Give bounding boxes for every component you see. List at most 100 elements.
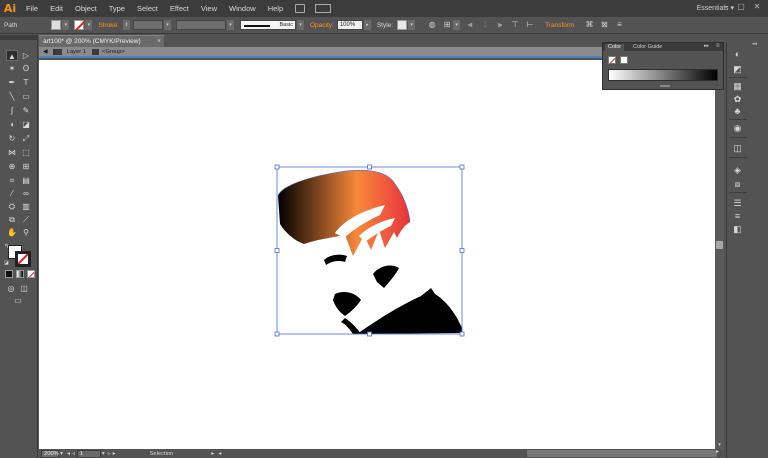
style-dropdown-icon[interactable]: ▾ <box>408 20 416 30</box>
artboard-number-field[interactable]: 1 <box>76 449 101 458</box>
breadcrumb-group[interactable]: <Group> <box>102 49 125 55</box>
layers-panel-icon[interactable]: ◈ <box>731 164 744 176</box>
fill-dropdown-icon[interactable]: ▾ <box>62 20 70 30</box>
color-spectrum-ramp[interactable] <box>608 69 718 81</box>
zoom-dropdown-icon[interactable]: ▾ <box>60 451 63 457</box>
pencil-tool-icon[interactable]: ✎ <box>20 105 32 116</box>
scroll-down-icon[interactable]: ▼ <box>715 441 724 449</box>
face-eye[interactable] <box>324 254 347 265</box>
none-mode-icon[interactable] <box>27 270 35 278</box>
gradient-mode-icon[interactable] <box>16 270 24 278</box>
draw-behind-icon[interactable]: ◫ <box>18 283 30 294</box>
previous-artboard-icon[interactable]: ◃ <box>72 451 75 457</box>
scale-tool-icon[interactable]: ⤢ <box>20 133 32 144</box>
eyedropper-tool-icon[interactable]: ⁄ <box>6 188 18 199</box>
menu-help[interactable]: Help <box>262 0 289 17</box>
artboard-dropdown-icon[interactable]: ▾ <box>102 451 105 457</box>
transform-link[interactable]: Transform <box>545 22 574 29</box>
menu-select[interactable]: Select <box>131 0 164 17</box>
vertical-scroll-thumb[interactable] <box>716 241 723 249</box>
face-chin[interactable] <box>341 318 361 334</box>
hscroll-right-icon[interactable]: ▸ <box>716 449 719 455</box>
close-window-icon[interactable]: ✕ <box>753 3 761 11</box>
color-tab[interactable]: Color <box>605 44 625 51</box>
direct-selection-tool-icon[interactable]: ▷ <box>20 50 32 61</box>
align-right-icon[interactable]: ⫸ <box>495 20 505 30</box>
zoom-tool-icon[interactable]: ⚲ <box>20 227 32 238</box>
collapse-panel-icon[interactable]: ▸▸ <box>704 43 709 49</box>
eraser-tool-icon[interactable]: ◪ <box>20 119 32 130</box>
draw-mode-icon[interactable]: ◎ <box>5 283 17 294</box>
menu-type[interactable]: Type <box>103 0 131 17</box>
pen-tool-icon[interactable]: ✒ <box>6 77 18 88</box>
magic-wand-tool-icon[interactable]: ✶ <box>6 63 18 74</box>
minimize-icon[interactable]: – <box>722 3 730 11</box>
paintbrush-tool-icon[interactable]: ∫ <box>6 105 18 116</box>
default-colors-icon[interactable]: ◪ <box>4 260 10 266</box>
arrange-documents-icon[interactable] <box>315 4 332 13</box>
face-mouth[interactable] <box>333 292 361 316</box>
perspective-grid-tool-icon[interactable]: ⊞ <box>20 161 32 172</box>
document-tab[interactable]: art100* @ 200% (CMYK/Preview) × <box>39 35 164 47</box>
face-cheek[interactable] <box>373 265 399 288</box>
menu-effect[interactable]: Effect <box>164 0 195 17</box>
variable-width-field[interactable] <box>175 20 226 30</box>
last-artboard-icon[interactable]: ▸ <box>113 451 116 457</box>
color-guide-tab[interactable]: Color Guide <box>631 44 664 51</box>
next-artboard-icon[interactable]: ▹ <box>108 451 111 457</box>
blob-brush-tool-icon[interactable]: ◖ <box>6 119 18 130</box>
graphic-styles-panel-icon[interactable]: ◉ <box>731 122 744 134</box>
control-panel-menu-icon[interactable]: ≡ <box>614 20 624 30</box>
bridge-icon[interactable] <box>295 4 306 13</box>
align-panel-icon[interactable]: ☰ <box>731 197 744 209</box>
gradient-tool-icon[interactable]: ▤ <box>20 175 32 186</box>
screen-mode-icon[interactable]: ▭ <box>12 295 24 306</box>
horizontal-scroll-thumb[interactable] <box>527 450 717 457</box>
status-menu-icon[interactable]: ▸ <box>211 451 214 457</box>
rectangle-tool-icon[interactable]: ▭ <box>20 91 32 102</box>
align-dropdown-icon[interactable]: ▾ <box>453 20 461 30</box>
style-swatch[interactable] <box>397 20 408 30</box>
symbols-panel-icon[interactable]: ♣ <box>731 105 744 117</box>
shoulder-shape[interactable] <box>357 288 462 334</box>
lasso-tool-icon[interactable]: ʘ <box>20 63 32 74</box>
line-tool-icon[interactable]: ╲ <box>6 91 18 102</box>
stroke-color-swatch[interactable] <box>15 251 31 267</box>
mesh-tool-icon[interactable]: ⌗ <box>6 175 18 186</box>
recolor-artwork-icon[interactable]: ◍ <box>427 20 437 30</box>
opacity-field[interactable]: 100% <box>336 20 363 30</box>
variable-width-dropdown-icon[interactable]: ▾ <box>226 20 234 30</box>
opacity-dropdown-icon[interactable]: ▸ <box>363 20 371 30</box>
stroke-swatch[interactable] <box>74 20 85 30</box>
isolate-icon[interactable]: ⌘ <box>584 20 594 30</box>
free-transform-tool-icon[interactable]: ⬚ <box>20 147 32 158</box>
hscroll-left-icon[interactable]: ◂ <box>218 451 221 457</box>
maximize-icon[interactable]: ▢ <box>737 3 745 11</box>
panel-menu-icon[interactable]: ≡ <box>716 43 720 49</box>
stroke-dropdown-icon[interactable]: ▾ <box>85 20 93 30</box>
appearance-panel-icon[interactable]: ◫ <box>731 142 744 154</box>
stroke-weight-dropdown-icon[interactable]: ▾ <box>163 20 171 30</box>
stroke-weight-field[interactable] <box>132 20 163 30</box>
brushes-panel-icon[interactable]: ✿ <box>731 93 744 105</box>
align-middle-icon[interactable]: ⊢ <box>525 20 535 30</box>
stroke-panel-icon[interactable]: ≡ <box>731 210 744 222</box>
stroke-weight-stepper[interactable]: ⇕ <box>122 20 130 30</box>
color-guide-panel-icon[interactable]: ◩ <box>731 63 744 75</box>
symbol-sprayer-tool-icon[interactable]: ⛭ <box>6 201 18 212</box>
zoom-field[interactable]: 200% <box>41 449 59 458</box>
breadcrumb-layer[interactable]: Layer 1 <box>67 49 86 55</box>
align-options-icon[interactable]: ⊞ <box>442 20 452 30</box>
panel-stroke-none-swatch[interactable] <box>608 56 616 64</box>
hair-shape[interactable] <box>278 170 410 256</box>
opacity-link[interactable]: Opacity: <box>310 22 334 29</box>
vertical-scrollbar[interactable]: ▲ ▼ <box>715 58 724 449</box>
select-similar-icon[interactable]: ⊠ <box>599 20 609 30</box>
color-mode-icon[interactable] <box>5 270 13 278</box>
align-left-icon[interactable]: ⫷ <box>465 20 475 30</box>
menu-view[interactable]: View <box>195 0 223 17</box>
brush-definition[interactable]: Basic <box>239 20 296 30</box>
hand-tool-icon[interactable]: ✋ <box>6 227 18 238</box>
menu-object[interactable]: Object <box>69 0 103 17</box>
slice-tool-icon[interactable]: ⟋ <box>20 214 32 225</box>
